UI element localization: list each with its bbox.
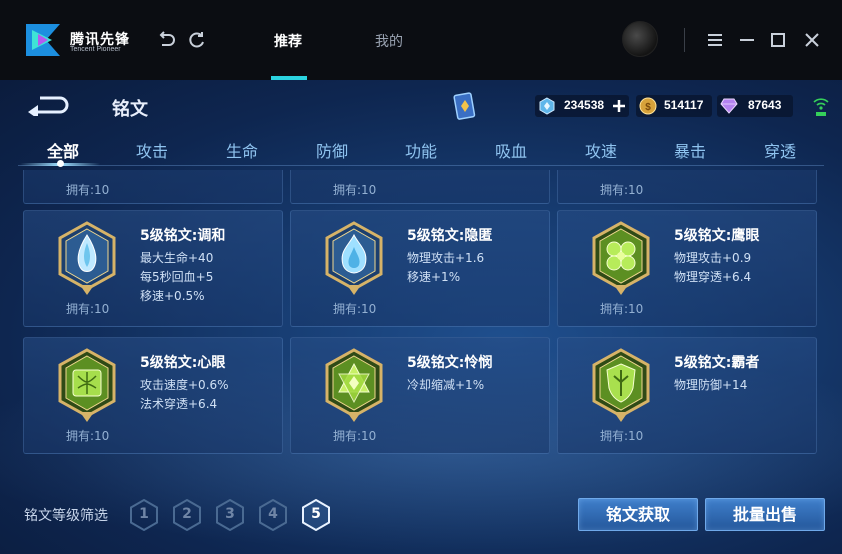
level-filter-2[interactable]: 2	[172, 499, 202, 531]
owned-count: 拥有:10	[333, 429, 377, 443]
svg-text:$: $	[645, 102, 651, 113]
diamond-icon	[720, 98, 738, 114]
rune-attr: 每5秒回血+5	[140, 270, 214, 284]
signal-icon	[813, 98, 829, 116]
add-icon[interactable]	[612, 99, 626, 113]
rune-name: 5级铭文:心眼	[140, 355, 226, 371]
rune-card-stealth[interactable]: 5级铭文:隐匿 物理攻击+1.6 移速+1% 拥有:10	[290, 210, 550, 327]
rune-attr: 冷却缩减+1%	[407, 378, 485, 392]
currency-value: 234538	[564, 98, 605, 112]
owned-count: 拥有:10	[600, 429, 644, 443]
rune-attr: 最大生命+40	[140, 251, 214, 265]
owned-count: 拥有:10	[333, 302, 377, 316]
gold-coin-icon: $	[639, 97, 657, 115]
rune-clover-icon	[592, 221, 650, 295]
category-active-dot	[57, 160, 64, 167]
rune-attr: 物理攻击+0.9	[674, 251, 752, 265]
tencent-pioneer-logo-icon	[26, 24, 60, 56]
obtain-rune-button[interactable]: 铭文获取	[578, 498, 698, 531]
menu-icon[interactable]	[705, 30, 725, 50]
level-number: 5	[311, 506, 321, 522]
rune-name: 5级铭文:隐匿	[407, 228, 493, 244]
divider	[684, 28, 685, 52]
refresh-icon[interactable]	[187, 30, 207, 50]
rune-attr: 移速+0.5%	[140, 289, 205, 303]
rune-card[interactable]: 拥有:10	[290, 170, 550, 204]
level-number: 1	[139, 506, 149, 522]
category-tab-attack-speed[interactable]: 攻速	[571, 138, 631, 162]
currency-gold: $ 514117	[636, 95, 712, 117]
level-filter-4[interactable]: 4	[258, 499, 288, 531]
rune-attr: 攻击速度+0.6%	[140, 378, 229, 392]
category-tab-utility[interactable]: 功能	[391, 138, 451, 162]
rune-list[interactable]: 拥有:10 拥有:10 拥有:10 5级铭文:调和 最大生命+40 每5秒回血+…	[18, 170, 824, 460]
bulk-sell-button[interactable]: 批量出售	[705, 498, 825, 531]
level-filter-3[interactable]: 3	[215, 499, 245, 531]
rune-card-mind-eye[interactable]: 5级铭文:心眼 攻击速度+0.6% 法术穿透+6.4 拥有:10	[23, 337, 283, 454]
rune-card-overlord[interactable]: 5级铭文:霸者 物理防御+14 拥有:10	[557, 337, 817, 454]
category-tab-all[interactable]: 全部	[33, 138, 93, 162]
currency-diamond: 87643	[717, 95, 793, 117]
category-tab-attack[interactable]: 攻击	[122, 138, 182, 162]
rune-card[interactable]: 拥有:10	[23, 170, 283, 204]
owned-count: 拥有:10	[66, 183, 110, 197]
currency-crystal: 234538	[535, 95, 629, 117]
maximize-icon[interactable]	[768, 30, 788, 50]
rune-attr: 物理防御+14	[674, 378, 748, 392]
rune-attr: 法术穿透+6.4	[140, 397, 218, 411]
level-filter-label: 铭文等级筛选	[24, 508, 108, 524]
level-number: 2	[182, 506, 192, 522]
owned-count: 拥有:10	[333, 183, 377, 197]
rune-name: 5级铭文:霸者	[674, 355, 760, 371]
rune-wings-icon	[58, 348, 116, 422]
category-tab-defense[interactable]: 防御	[302, 138, 362, 162]
level-number: 3	[225, 506, 235, 522]
category-tab-penetration[interactable]: 穿透	[750, 138, 810, 162]
rune-star-icon	[325, 348, 383, 422]
tab-recommend[interactable]: 推荐	[274, 31, 302, 51]
rune-card-mercy[interactable]: 5级铭文:怜悯 冷却缩减+1% 拥有:10	[290, 337, 550, 454]
level-number: 4	[268, 506, 278, 522]
launcher-topbar: 腾讯先锋 Tencent Pioneer 推荐 我的	[0, 0, 842, 80]
category-tab-lifesteal[interactable]: 吸血	[481, 138, 541, 162]
rune-drop-icon	[58, 221, 116, 295]
category-tab-health[interactable]: 生命	[212, 138, 272, 162]
level-filter-5[interactable]: 5	[301, 499, 331, 531]
rune-name: 5级铭文:调和	[140, 228, 226, 244]
crystal-icon	[539, 97, 555, 115]
app-subtitle: Tencent Pioneer	[70, 46, 121, 53]
rune-attr: 物理攻击+1.6	[407, 251, 485, 265]
rune-shield-icon	[592, 348, 650, 422]
avatar[interactable]	[622, 21, 658, 57]
rune-flame-icon	[325, 221, 383, 295]
currency-value: 87643	[748, 98, 782, 112]
owned-count: 拥有:10	[600, 183, 644, 197]
return-arrow-icon[interactable]	[26, 94, 72, 116]
category-divider	[18, 165, 824, 166]
rune-card[interactable]: 拥有:10	[557, 170, 817, 204]
rune-attr: 物理穿透+6.4	[674, 270, 752, 284]
minimize-icon[interactable]	[737, 30, 757, 50]
level-filter-1[interactable]: 1	[129, 499, 159, 531]
rune-card-icon[interactable]	[453, 92, 477, 122]
close-icon[interactable]	[802, 30, 822, 50]
owned-count: 拥有:10	[66, 429, 110, 443]
tab-mine[interactable]: 我的	[375, 31, 403, 51]
rune-card-harmony[interactable]: 5级铭文:调和 最大生命+40 每5秒回血+5 移速+0.5% 拥有:10	[23, 210, 283, 327]
rune-attr: 移速+1%	[407, 270, 461, 284]
rune-screen: 铭文 234538 $ 514117 87643 全部 攻击 生命 防御 功能 …	[0, 80, 842, 554]
rune-name: 5级铭文:鹰眼	[674, 228, 760, 244]
back-arrow-icon[interactable]	[156, 30, 176, 50]
page-title: 铭文	[112, 99, 148, 120]
owned-count: 拥有:10	[66, 302, 110, 316]
rune-card-hawkeye[interactable]: 5级铭文:鹰眼 物理攻击+0.9 物理穿透+6.4 拥有:10	[557, 210, 817, 327]
rune-name: 5级铭文:怜悯	[407, 355, 493, 371]
currency-value: 514117	[664, 98, 704, 112]
owned-count: 拥有:10	[600, 302, 644, 316]
category-tab-crit[interactable]: 暴击	[660, 138, 720, 162]
